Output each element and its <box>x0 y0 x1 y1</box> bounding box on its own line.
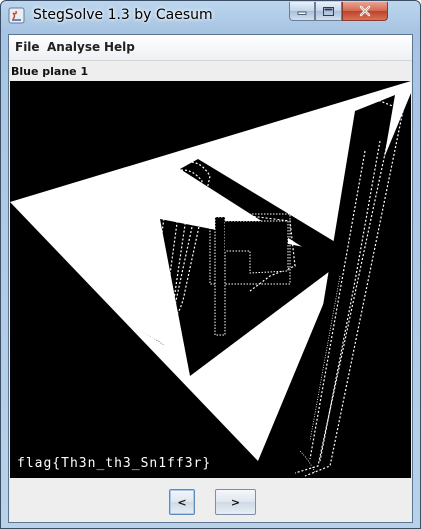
client-area: File Analyse Help Blue plane 1 flag{Th3n… <box>8 34 413 523</box>
menu-file[interactable]: File <box>15 40 40 54</box>
plane-label: Blue plane 1 <box>11 65 89 78</box>
java-app-icon[interactable] <box>8 7 25 24</box>
menu-help[interactable]: Help <box>104 40 135 54</box>
close-icon <box>359 5 371 17</box>
minimize-button[interactable] <box>289 2 315 21</box>
minimize-icon <box>297 11 307 15</box>
bit-plane-image <box>10 81 411 478</box>
hidden-flag-text: flag{Th3n_th3_Sn1ff3r} <box>17 456 212 471</box>
title-bar[interactable]: StegSolve 1.3 by Caesum <box>1 1 420 31</box>
image-view: flag{Th3n_th3_Sn1ff3r} <box>10 81 411 478</box>
next-plane-button[interactable]: > <box>215 489 256 515</box>
maximize-button[interactable] <box>315 2 342 21</box>
close-button[interactable] <box>342 2 388 21</box>
maximize-icon <box>323 6 334 16</box>
stegsolve-window: StegSolve 1.3 by Caesum File Analyse Hel… <box>0 0 421 529</box>
navigation-bar: < > <box>9 482 412 522</box>
window-title: StegSolve 1.3 by Caesum <box>33 7 213 23</box>
menu-bar: File Analyse Help <box>9 35 412 61</box>
menu-analyse[interactable]: Analyse <box>47 40 100 54</box>
previous-plane-button[interactable]: < <box>169 489 195 515</box>
